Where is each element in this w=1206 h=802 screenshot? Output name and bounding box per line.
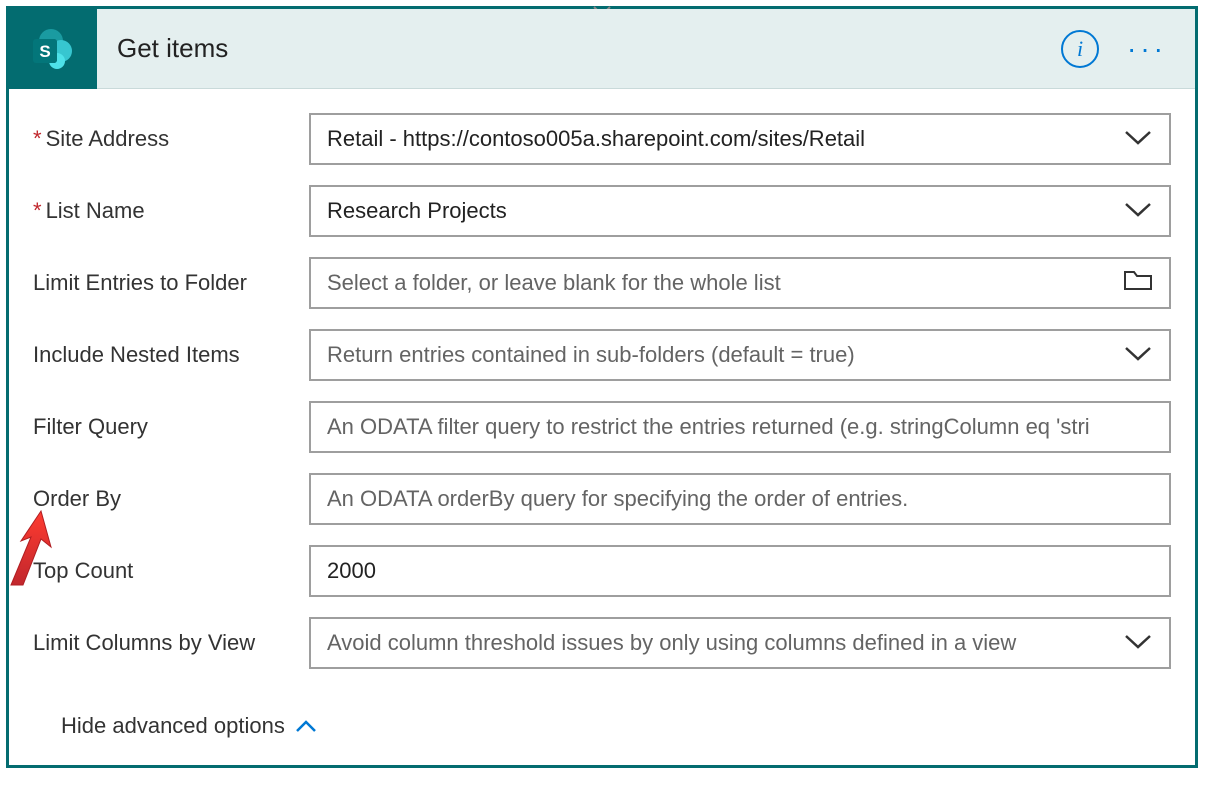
value-list-name: Research Projects xyxy=(327,198,1113,224)
label-order-by: Order By xyxy=(33,486,309,512)
value-site-address: Retail - https://contoso005a.sharepoint.… xyxy=(327,126,1113,152)
input-order-by[interactable] xyxy=(309,473,1171,525)
dropdown-include-nested[interactable]: Return entries contained in sub-folders … xyxy=(309,329,1171,381)
chevron-up-icon xyxy=(295,713,317,739)
sharepoint-icon: S xyxy=(9,9,97,89)
more-menu-icon[interactable]: ··· xyxy=(1127,42,1167,56)
label-site-address: Site Address xyxy=(33,126,309,152)
card-body: Site Address Retail - https://contoso005… xyxy=(9,89,1195,765)
placeholder-include-nested: Return entries contained in sub-folders … xyxy=(327,342,1113,368)
input-filter-query[interactable] xyxy=(309,401,1171,453)
card-header: S Get items i ··· xyxy=(9,9,1195,89)
folder-icon[interactable] xyxy=(1123,268,1153,298)
svg-text:S: S xyxy=(39,42,50,61)
info-icon[interactable]: i xyxy=(1061,30,1099,68)
label-top-count: Top Count xyxy=(33,558,309,584)
chevron-down-icon xyxy=(1123,198,1153,224)
chevron-down-icon xyxy=(1123,342,1153,368)
dropdown-site-address[interactable]: Retail - https://contoso005a.sharepoint.… xyxy=(309,113,1171,165)
toggle-hide-advanced[interactable]: Hide advanced options xyxy=(61,713,317,739)
picker-limit-folder[interactable]: Select a folder, or leave blank for the … xyxy=(309,257,1171,309)
action-card: S Get items i ··· Site Address Retail - … xyxy=(6,6,1198,768)
label-limit-folder: Limit Entries to Folder xyxy=(33,270,309,296)
card-title[interactable]: Get items xyxy=(117,33,1061,64)
dropdown-list-name[interactable]: Research Projects xyxy=(309,185,1171,237)
placeholder-limit-folder: Select a folder, or leave blank for the … xyxy=(327,270,1113,296)
input-top-count[interactable] xyxy=(309,545,1171,597)
label-include-nested: Include Nested Items xyxy=(33,342,309,368)
label-filter-query: Filter Query xyxy=(33,414,309,440)
label-list-name: List Name xyxy=(33,198,309,224)
placeholder-limit-columns: Avoid column threshold issues by only us… xyxy=(327,630,1113,656)
label-limit-columns: Limit Columns by View xyxy=(33,630,309,656)
chevron-down-icon xyxy=(1123,630,1153,656)
dropdown-limit-columns[interactable]: Avoid column threshold issues by only us… xyxy=(309,617,1171,669)
hide-advanced-label: Hide advanced options xyxy=(61,713,285,739)
chevron-down-icon xyxy=(1123,126,1153,152)
